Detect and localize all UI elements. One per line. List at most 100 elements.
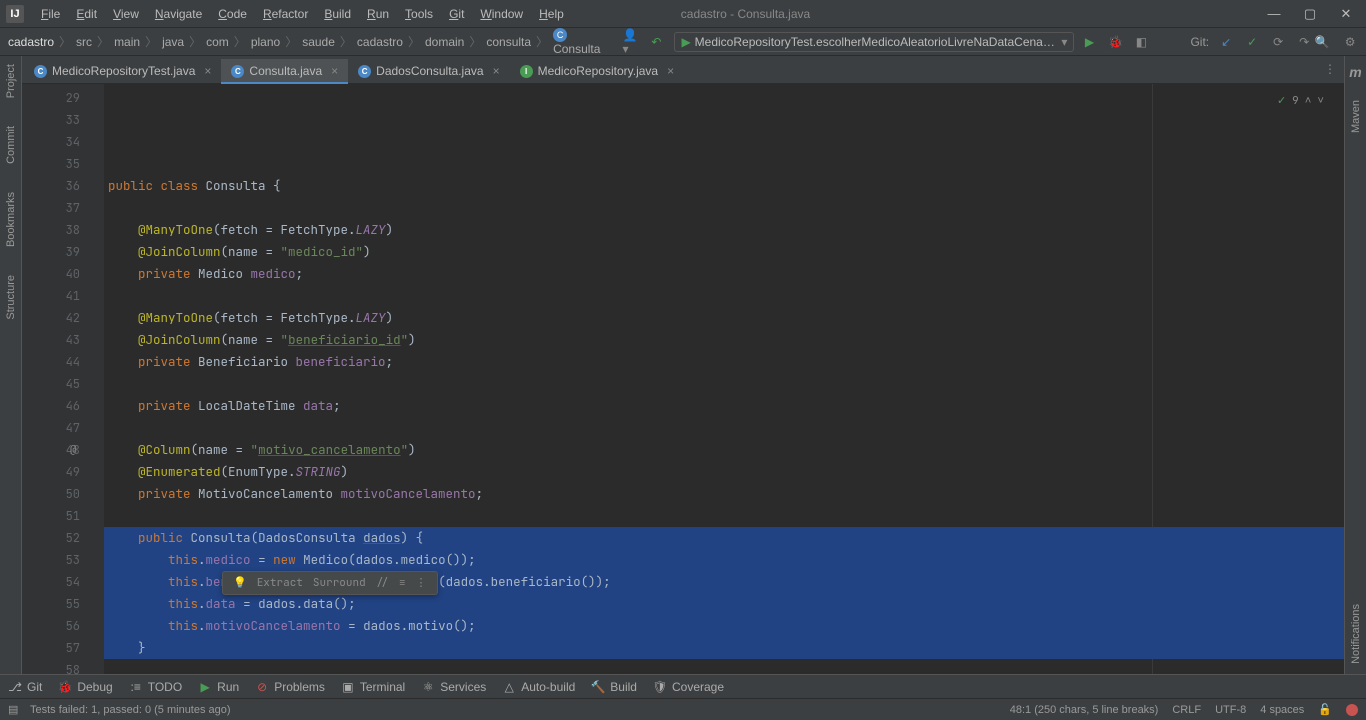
line-number[interactable]: 42 <box>22 307 80 329</box>
toolwindow-services[interactable]: ⚛Services <box>421 680 486 694</box>
line-number[interactable]: 29 <box>22 87 80 109</box>
menu-edit[interactable]: Edit <box>69 4 104 24</box>
caret-position[interactable]: 48:1 (250 chars, 5 line breaks) <box>1010 704 1159 716</box>
breadcrumb-item[interactable]: src <box>72 35 96 49</box>
line-number[interactable]: 50 <box>22 483 80 505</box>
code-line[interactable]: @Column(name = "motivo_cancelamento") <box>104 439 1344 461</box>
code-line[interactable]: private LocalDateTime data; <box>104 395 1344 417</box>
line-number[interactable]: 37 <box>22 197 80 219</box>
tool-bookmarks[interactable]: Bookmarks <box>5 192 17 247</box>
editor-tab[interactable]: CMedicoRepositoryTest.java× <box>24 59 221 83</box>
breadcrumb-item[interactable]: CConsulta <box>549 27 604 56</box>
git-history-icon[interactable]: ⟳ <box>1269 33 1287 51</box>
line-number[interactable]: 45 <box>22 373 80 395</box>
code-line[interactable]: private MotivoCancelamento motivoCancela… <box>104 483 1344 505</box>
line-number[interactable]: 43 <box>22 329 80 351</box>
maximize-button[interactable]: ▢ <box>1302 6 1318 22</box>
breadcrumb-item[interactable]: cadastro <box>353 35 407 49</box>
tool-maven[interactable]: Maven <box>1350 100 1362 133</box>
toolwindow-auto-build[interactable]: △Auto-build <box>502 680 575 694</box>
code-line[interactable]: @Enumerated(EnumType.STRING) <box>104 461 1344 483</box>
stop-button[interactable] <box>1158 33 1176 51</box>
git-rollback-icon[interactable]: ↷ <box>1295 33 1313 51</box>
tabs-menu-icon[interactable]: ⋮ <box>1324 62 1336 76</box>
line-number[interactable]: 35 <box>22 153 80 175</box>
popup-action[interactable]: Extract <box>257 572 303 594</box>
line-number[interactable]: 57 <box>22 637 80 659</box>
line-number[interactable]: 52 <box>22 527 80 549</box>
close-button[interactable]: ✕ <box>1338 6 1354 22</box>
breadcrumb-item[interactable]: cadastro <box>4 35 58 49</box>
run-button[interactable]: ▶ <box>1080 33 1098 51</box>
breadcrumb-item[interactable]: plano <box>247 35 284 49</box>
menu-navigate[interactable]: Navigate <box>148 4 209 24</box>
comment-icon[interactable]: // <box>376 572 389 594</box>
code-line[interactable]: } <box>104 637 1344 659</box>
code-line[interactable] <box>104 285 1344 307</box>
up-icon[interactable]: ˄ <box>1305 90 1312 112</box>
code-line[interactable] <box>104 659 1344 674</box>
line-number[interactable]: 44 <box>22 351 80 373</box>
code-line[interactable]: @JoinColumn(name = "medico_id") <box>104 241 1344 263</box>
toolwindow-terminal[interactable]: ▣Terminal <box>341 680 405 694</box>
line-number[interactable]: 40 <box>22 263 80 285</box>
code-line[interactable]: private Medico medico; <box>104 263 1344 285</box>
menu-tools[interactable]: Tools <box>398 4 440 24</box>
search-icon[interactable]: 🔍 <box>1313 33 1331 51</box>
back-icon[interactable]: ↶ <box>648 34 664 50</box>
menu-build[interactable]: Build <box>317 4 358 24</box>
menu-window[interactable]: Window <box>473 4 530 24</box>
tool-project[interactable]: Project <box>5 64 17 98</box>
error-indicator[interactable] <box>1346 704 1358 716</box>
line-number[interactable]: 34 <box>22 131 80 153</box>
readonly-icon[interactable]: 🔓 <box>1318 703 1332 716</box>
debug-button[interactable]: 🐞 <box>1106 33 1124 51</box>
down-icon[interactable]: ˅ <box>1317 90 1324 112</box>
toolwindow-coverage[interactable]: 🛡Coverage <box>653 680 724 694</box>
code-line[interactable]: @JoinColumn(name = "beneficiario_id") <box>104 329 1344 351</box>
menu-git[interactable]: Git <box>442 4 471 24</box>
popup-action[interactable]: Surround <box>313 572 366 594</box>
line-number[interactable]: 39 <box>22 241 80 263</box>
code-line[interactable] <box>104 505 1344 527</box>
tab-close-icon[interactable]: × <box>667 64 674 78</box>
breadcrumb-item[interactable]: consulta <box>482 35 535 49</box>
line-number[interactable]: 54 <box>22 571 80 593</box>
file-encoding[interactable]: UTF-8 <box>1215 704 1246 716</box>
breadcrumb-item[interactable]: saude <box>298 35 339 49</box>
code-line[interactable]: @ManyToOne(fetch = FetchType.LAZY) <box>104 307 1344 329</box>
tool-commit[interactable]: Commit <box>5 126 17 164</box>
toolwindow-todo[interactable]: :≡TODO <box>129 680 182 694</box>
menu-help[interactable]: Help <box>532 4 571 24</box>
code-line[interactable]: @ManyToOne(fetch = FetchType.LAZY) <box>104 219 1344 241</box>
line-number[interactable]: 49 <box>22 461 80 483</box>
editor-tab[interactable]: IMedicoRepository.java× <box>510 59 685 83</box>
menu-refactor[interactable]: Refactor <box>256 4 315 24</box>
line-number[interactable]: 56 <box>22 615 80 637</box>
maven-icon[interactable]: m <box>1349 64 1361 80</box>
menu-code[interactable]: Code <box>211 4 254 24</box>
code-editor[interactable]: ✓ 9 ˄ ˅ public class Consulta { @ManyToO… <box>104 84 1344 674</box>
tab-close-icon[interactable]: × <box>204 64 211 78</box>
tool-window-icon[interactable]: ▤ <box>8 703 22 717</box>
coverage-button[interactable]: ◧ <box>1132 33 1150 51</box>
toolwindow-run[interactable]: ▶Run <box>198 680 239 694</box>
code-line[interactable]: private Beneficiario beneficiario; <box>104 351 1344 373</box>
menu-view[interactable]: View <box>106 4 146 24</box>
code-line[interactable] <box>104 373 1344 395</box>
code-line[interactable] <box>104 197 1344 219</box>
menu-run[interactable]: Run <box>360 4 396 24</box>
indent-setting[interactable]: 4 spaces <box>1260 704 1304 716</box>
git-commit-icon[interactable]: ✓ <box>1243 33 1261 51</box>
line-number[interactable]: 47 <box>22 417 80 439</box>
code-line[interactable]: this.medico = new Medico(dados.medico())… <box>104 549 1344 571</box>
line-number[interactable]: 51 <box>22 505 80 527</box>
toolwindow-build[interactable]: 🔨Build <box>591 680 637 694</box>
breadcrumb-item[interactable]: com <box>202 35 233 49</box>
breadcrumb-item[interactable]: main <box>110 35 144 49</box>
code-line[interactable]: this.motivoCancelamento = dados.motivo()… <box>104 615 1344 637</box>
minimize-button[interactable]: — <box>1266 6 1282 22</box>
toolwindow-git[interactable]: ⎇Git <box>8 680 42 694</box>
code-line[interactable] <box>104 417 1344 439</box>
line-number[interactable]: 58 <box>22 659 80 674</box>
